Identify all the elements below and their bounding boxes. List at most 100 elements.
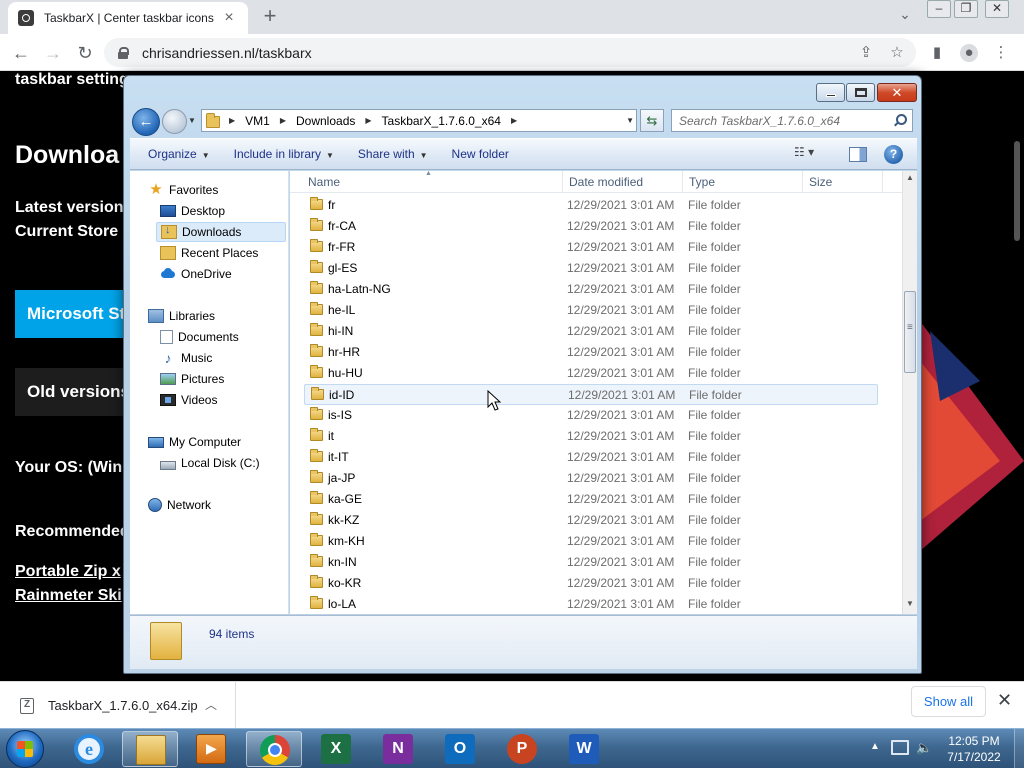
nav-music[interactable]: ♪ Music xyxy=(160,348,213,368)
table-row[interactable]: is-IS 12/29/2021 3:01 AM File folder xyxy=(304,405,878,426)
microsoft-store-button[interactable]: Microsoft Sto xyxy=(15,290,123,338)
network-tray-icon[interactable] xyxy=(891,740,909,755)
help-icon[interactable]: ? xyxy=(884,145,903,164)
reload-icon[interactable]: ↻ xyxy=(72,40,98,66)
column-header-name[interactable]: Name xyxy=(302,171,563,193)
refresh-button[interactable]: ⇆ xyxy=(640,109,664,132)
nav-favorites[interactable]: ★ Favorites xyxy=(148,180,218,200)
nav-my-computer[interactable]: My Computer xyxy=(148,432,241,452)
table-row[interactable]: km-KH 12/29/2021 3:01 AM File folder xyxy=(304,531,878,552)
nav-onedrive[interactable]: OneDrive xyxy=(160,264,232,284)
recent-pages-dropdown-icon[interactable]: ▼ xyxy=(188,116,198,126)
address-dropdown-icon[interactable]: ▼ xyxy=(626,116,634,125)
nav-recent-places[interactable]: Recent Places xyxy=(160,243,258,263)
scroll-up-icon[interactable]: ▲ xyxy=(906,173,914,182)
new-tab-button[interactable]: + xyxy=(258,4,282,28)
scrollbar-thumb[interactable] xyxy=(904,291,916,373)
preview-pane-icon[interactable] xyxy=(849,147,867,162)
chrome-menu-icon[interactable]: ⋮ xyxy=(992,44,1010,62)
explorer-search-box[interactable] xyxy=(671,109,913,132)
back-arrow-icon[interactable]: ← xyxy=(8,40,34,66)
vm-restore-button[interactable]: ❐ xyxy=(954,0,978,18)
breadcrumb-downloads[interactable]: Downloads xyxy=(296,114,355,128)
nav-downloads[interactable]: Downloads xyxy=(156,222,286,242)
page-scrollbar[interactable] xyxy=(1014,141,1020,241)
volume-icon[interactable]: 🔈 xyxy=(916,740,932,756)
taskbar-chrome[interactable] xyxy=(246,731,302,767)
table-row[interactable]: kn-IN 12/29/2021 3:01 AM File folder xyxy=(304,552,878,573)
nav-pictures[interactable]: Pictures xyxy=(160,369,224,389)
chevron-up-icon[interactable]: ︿ xyxy=(205,696,217,713)
close-button[interactable]: ✕ xyxy=(877,83,917,102)
table-row[interactable]: ha-Latn-NG 12/29/2021 3:01 AM File folder xyxy=(304,279,878,300)
table-row[interactable]: lo-LA 12/29/2021 3:01 AM File folder xyxy=(304,594,878,613)
new-folder-button[interactable]: New folder xyxy=(452,147,509,161)
table-row[interactable]: fr 12/29/2021 3:01 AM File folder xyxy=(304,195,878,216)
file-list-scrollbar[interactable]: ▲ ▼ xyxy=(902,171,917,614)
table-row[interactable]: gl-ES 12/29/2021 3:01 AM File folder xyxy=(304,258,878,279)
nav-documents[interactable]: Documents xyxy=(160,327,239,347)
old-versions-button[interactable]: Old versions xyxy=(15,368,123,416)
minimize-button[interactable] xyxy=(816,83,845,102)
table-row[interactable]: id-ID 12/29/2021 3:01 AM File folder xyxy=(304,384,878,405)
taskbar-outlook[interactable]: O xyxy=(432,731,488,767)
taskbar-onenote[interactable]: N xyxy=(370,731,426,767)
column-header-size[interactable]: Size xyxy=(803,171,883,193)
table-row[interactable]: hr-HR 12/29/2021 3:01 AM File folder xyxy=(304,342,878,363)
nav-network[interactable]: Network xyxy=(148,495,211,515)
search-icon[interactable] xyxy=(896,114,907,125)
bookmark-star-icon[interactable]: ☆ xyxy=(888,44,906,62)
search-input[interactable] xyxy=(672,110,882,131)
table-row[interactable]: ja-JP 12/29/2021 3:01 AM File folder xyxy=(304,468,878,489)
maximize-button[interactable] xyxy=(846,83,875,102)
vm-minimize-button[interactable]: – xyxy=(927,0,951,18)
taskbar-media-center[interactable] xyxy=(183,731,239,767)
table-row[interactable]: kk-KZ 12/29/2021 3:01 AM File folder xyxy=(304,510,878,531)
start-button[interactable] xyxy=(6,730,44,768)
forward-arrow-icon[interactable]: → xyxy=(40,40,66,66)
explorer-address-bar[interactable]: ▶ VM1 ▶ Downloads ▶ TaskbarX_1.7.6.0_x64… xyxy=(201,109,637,132)
show-hidden-icons-icon[interactable]: ▲ xyxy=(870,741,880,752)
table-row[interactable]: he-IL 12/29/2021 3:01 AM File folder xyxy=(304,300,878,321)
clock-time[interactable]: 12:05 PM xyxy=(942,734,1006,748)
close-icon[interactable]: ✕ xyxy=(997,690,1012,711)
taskbar-excel[interactable]: X xyxy=(308,731,364,767)
browser-tab[interactable]: TaskbarX | Center taskbar icons × xyxy=(8,2,248,34)
rainmeter-skin-link[interactable]: Rainmeter Ski xyxy=(15,587,122,605)
table-row[interactable]: fr-FR 12/29/2021 3:01 AM File folder xyxy=(304,237,878,258)
back-button[interactable]: ← xyxy=(132,108,160,136)
address-bar[interactable]: chrisandriessen.nl/taskbarx xyxy=(104,38,916,67)
portable-zip-link[interactable]: Portable Zip x xyxy=(15,563,121,581)
side-panel-icon[interactable]: ▮ xyxy=(928,44,946,62)
column-header-type[interactable]: Type xyxy=(683,171,803,193)
forward-button[interactable] xyxy=(162,109,187,134)
breadcrumb-vm1[interactable]: VM1 xyxy=(245,114,270,128)
scroll-down-icon[interactable]: ▼ xyxy=(906,599,914,608)
taskbar-windows-explorer[interactable] xyxy=(122,731,178,767)
table-row[interactable]: it 12/29/2021 3:01 AM File folder xyxy=(304,426,878,447)
taskbar-word[interactable]: W xyxy=(556,731,612,767)
vm-close-button[interactable]: ✕ xyxy=(985,0,1009,18)
breadcrumb-taskbarx[interactable]: TaskbarX_1.7.6.0_x64 xyxy=(382,114,501,128)
tab-close-icon[interactable]: × xyxy=(220,9,238,27)
change-view-icon[interactable]: ☷ ▾ xyxy=(794,145,824,165)
profile-avatar-icon[interactable]: ● xyxy=(960,44,978,62)
nav-videos[interactable]: Videos xyxy=(160,390,217,410)
share-with-menu[interactable]: Share with ▼ xyxy=(358,147,428,161)
download-item[interactable]: TaskbarX_1.7.6.0_x64.zip ︿ xyxy=(0,682,236,729)
table-row[interactable]: fr-CA 12/29/2021 3:01 AM File folder xyxy=(304,216,878,237)
clock-date[interactable]: 7/17/2022 xyxy=(942,750,1006,764)
organize-menu[interactable]: Organize ▼ xyxy=(148,147,210,161)
taskbar-internet-explorer[interactable]: e xyxy=(61,731,117,767)
table-row[interactable]: hi-IN 12/29/2021 3:01 AM File folder xyxy=(304,321,878,342)
table-row[interactable]: ka-GE 12/29/2021 3:01 AM File folder xyxy=(304,489,878,510)
show-desktop-button[interactable] xyxy=(1014,729,1024,768)
share-icon[interactable]: ⇪ xyxy=(857,44,875,62)
column-header-date[interactable]: Date modified xyxy=(563,171,683,193)
include-in-library-menu[interactable]: Include in library ▼ xyxy=(234,147,334,161)
taskbar-powerpoint[interactable]: P xyxy=(494,731,550,767)
show-all-button[interactable]: Show all xyxy=(911,686,986,717)
nav-desktop[interactable]: Desktop xyxy=(160,201,225,221)
table-row[interactable]: it-IT 12/29/2021 3:01 AM File folder xyxy=(304,447,878,468)
table-row[interactable]: hu-HU 12/29/2021 3:01 AM File folder xyxy=(304,363,878,384)
